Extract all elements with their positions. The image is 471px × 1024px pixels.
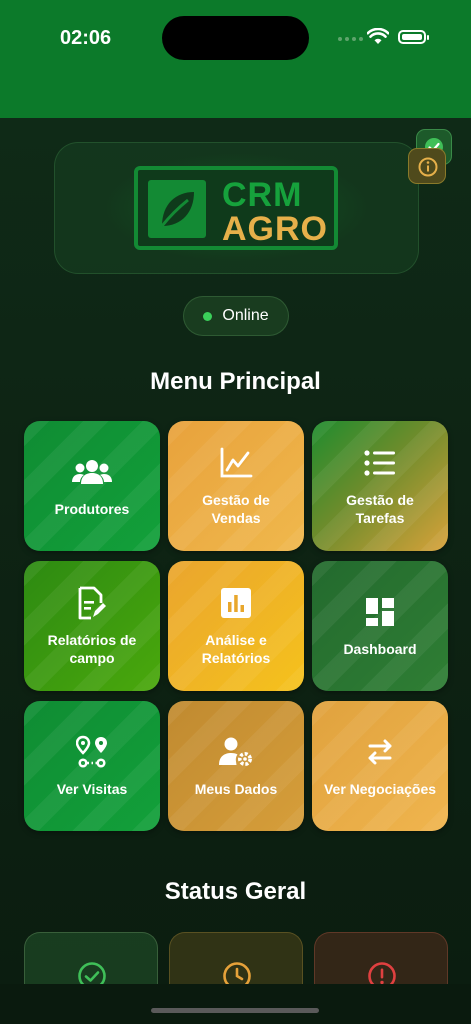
document-edit-icon — [77, 585, 107, 621]
signal-icon — [338, 37, 363, 41]
chart-line-icon — [219, 445, 253, 481]
menu-title: Menu Principal — [150, 368, 321, 395]
tile-analise-relatorios[interactable]: Análise e Relatórios — [168, 561, 304, 691]
status-title: Status Geral — [164, 878, 307, 905]
crm-agro-logo: CRM AGRO — [134, 166, 338, 250]
main-content: CRM AGRO — [0, 118, 471, 984]
bottom-safe-area — [0, 984, 471, 1024]
users-icon — [72, 454, 112, 490]
info-icon — [418, 157, 438, 177]
dynamic-island — [162, 16, 309, 60]
tile-label: Ver Visitas — [56, 781, 128, 797]
tile-label: Dashboard — [343, 641, 417, 657]
logo-text-agro: AGRO — [222, 210, 328, 248]
list-icon — [364, 445, 396, 481]
tile-ver-visitas[interactable]: Ver Visitas — [24, 701, 160, 831]
tile-label: Análise e Relatórios — [201, 632, 271, 666]
tile-produtores[interactable]: Produtores — [24, 421, 160, 551]
battery-icon — [398, 30, 429, 44]
tile-dashboard[interactable]: Dashboard — [312, 561, 448, 691]
route-icon — [76, 734, 108, 770]
tile-label: Relatórios de campo — [47, 632, 137, 666]
leaf-icon — [148, 180, 206, 238]
tile-label: Gestão de Vendas — [202, 492, 270, 526]
tile-label: Meus Dados — [194, 781, 278, 797]
bar-chart-icon — [220, 585, 252, 621]
swap-arrows-icon — [364, 734, 396, 770]
tile-label: Produtores — [54, 501, 130, 517]
info-button[interactable] — [408, 148, 446, 184]
tile-gestao-vendas[interactable]: Gestão de Vendas — [168, 421, 304, 551]
dashboard-icon — [365, 594, 395, 630]
tile-ver-negociacoes[interactable]: Ver Negociações — [312, 701, 448, 831]
tile-meus-dados[interactable]: Meus Dados — [168, 701, 304, 831]
tile-label: Gestão de Tarefas — [346, 492, 414, 526]
tile-label: Ver Negociações — [323, 781, 437, 797]
clock: 02:06 — [60, 27, 112, 49]
online-dot-icon — [203, 311, 213, 321]
connection-status-badge: Online — [183, 296, 289, 336]
tile-relatorios-campo[interactable]: Relatórios de campo — [24, 561, 160, 691]
connection-status-label: Online — [222, 307, 269, 324]
logo-card: CRM AGRO — [54, 142, 419, 274]
wifi-icon — [367, 28, 389, 44]
tile-gestao-tarefas[interactable]: Gestão de Tarefas — [312, 421, 448, 551]
home-indicator[interactable] — [151, 1008, 319, 1013]
status-bar: 02:06 — [0, 0, 471, 118]
user-gear-icon — [219, 734, 253, 770]
